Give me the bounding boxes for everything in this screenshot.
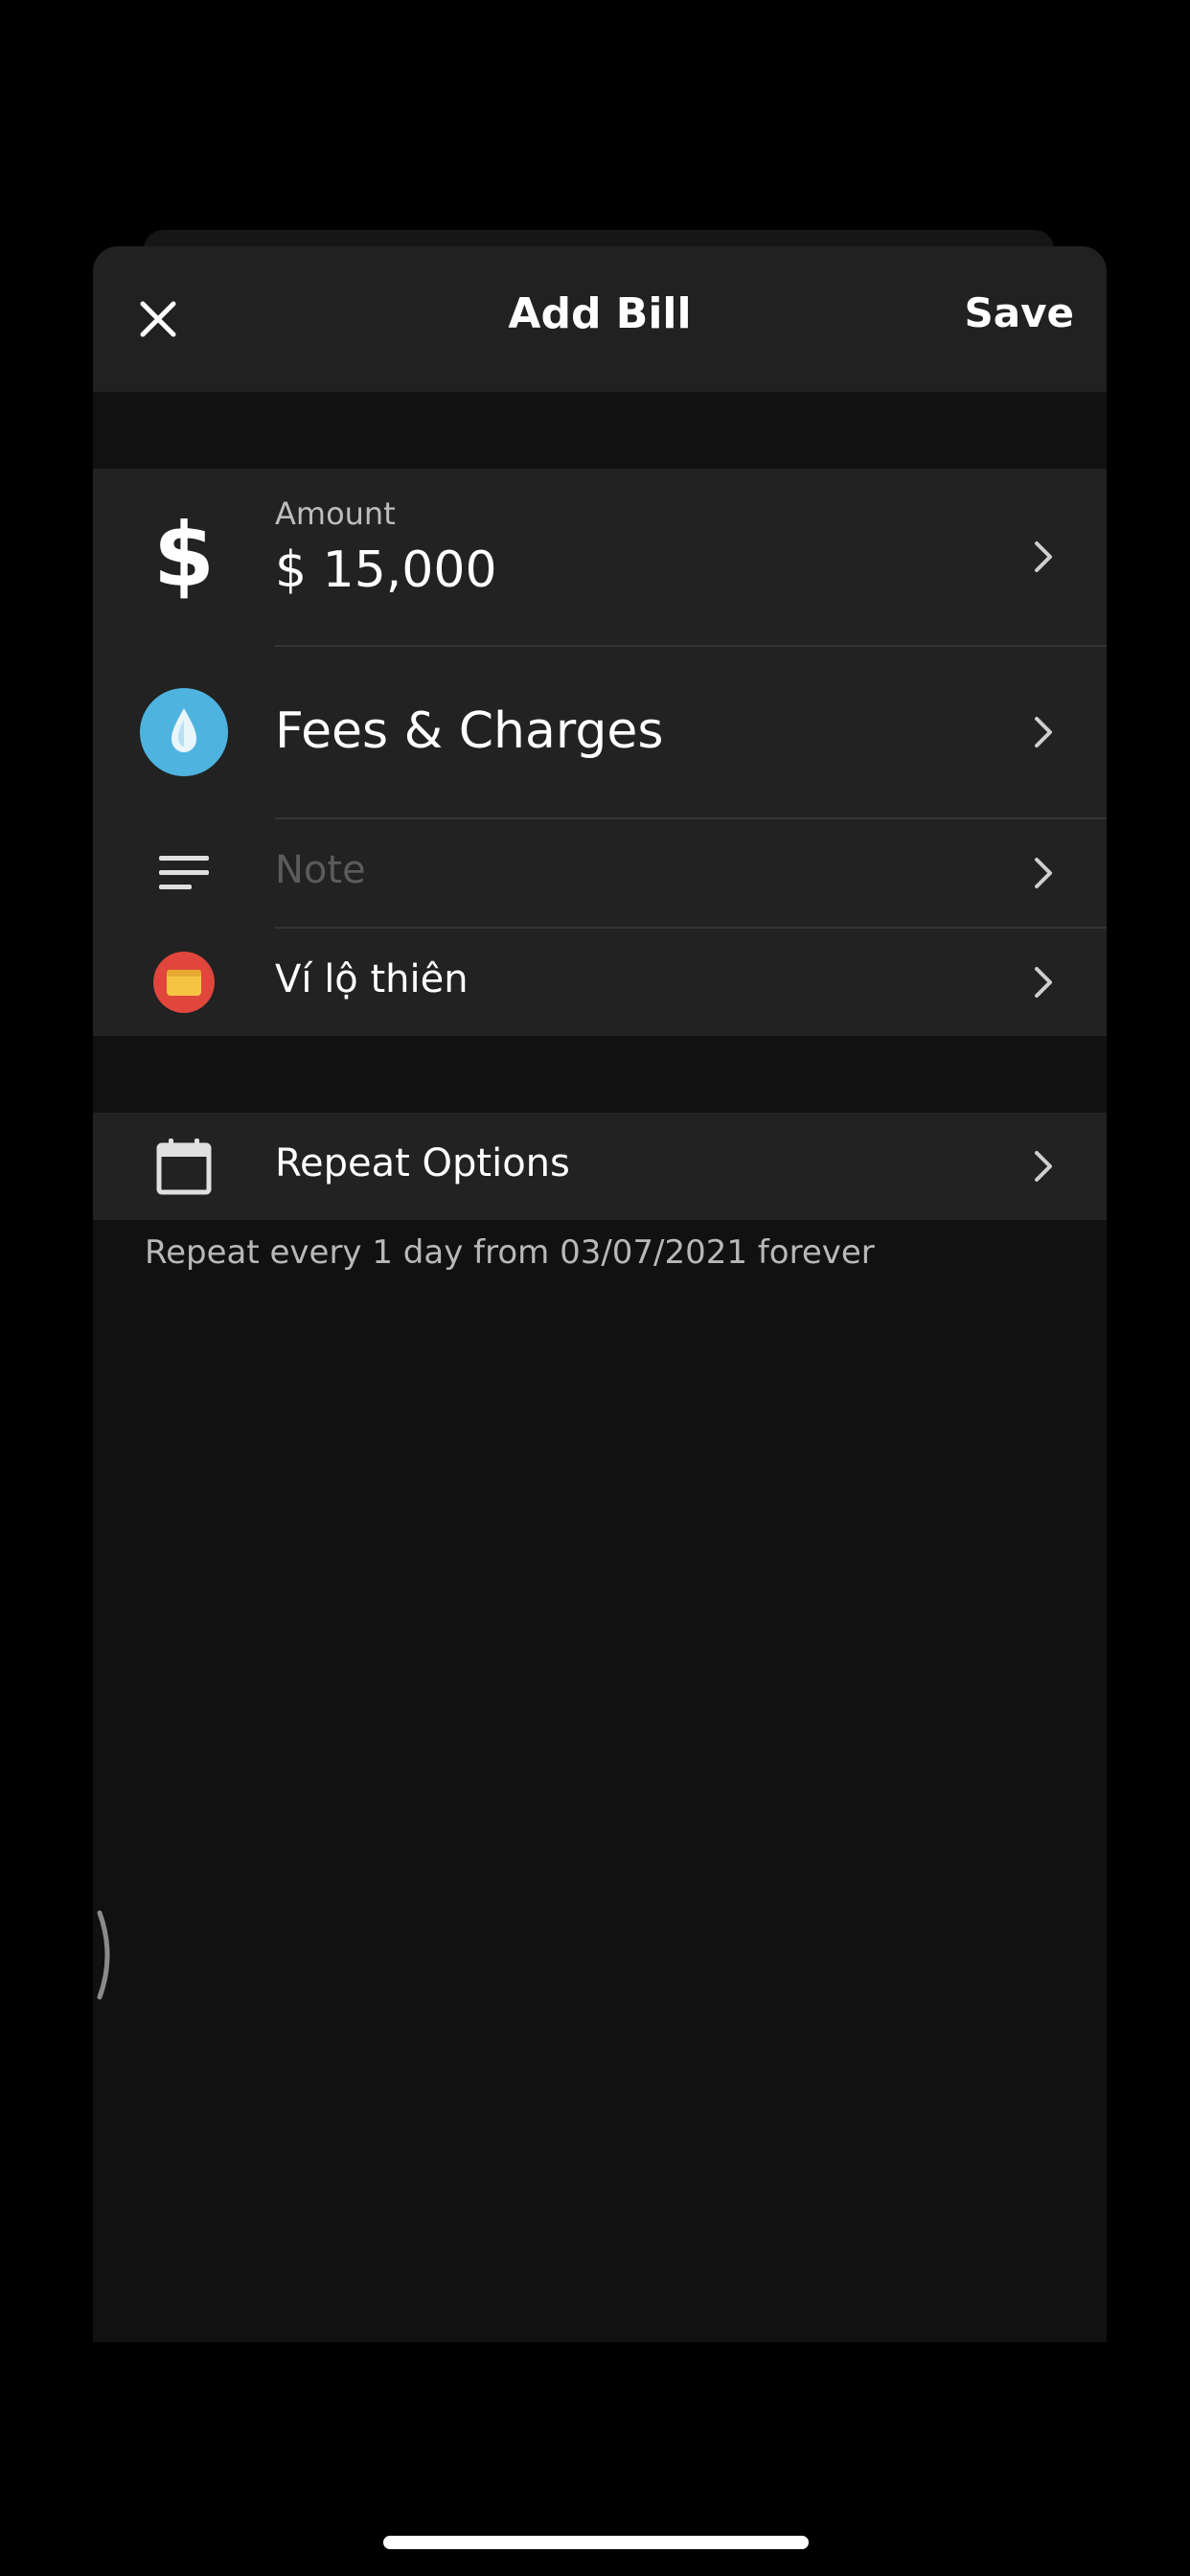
amount-label: Amount: [275, 495, 396, 532]
chevron-right-icon: [1030, 854, 1057, 892]
repeat-description: Repeat every 1 day from 03/07/2021 forev…: [145, 1233, 875, 1272]
wallet-icon: [93, 929, 275, 1036]
category-row[interactable]: Fees & Charges: [93, 647, 1107, 817]
dollar-icon: $: [93, 469, 275, 645]
note-row[interactable]: Note: [93, 819, 1107, 927]
save-button[interactable]: Save: [965, 289, 1074, 336]
repeat-options-label: Repeat Options: [275, 1141, 570, 1185]
chevron-right-icon: [1030, 538, 1057, 576]
amount-row[interactable]: $ Amount $ 15,000: [93, 469, 1107, 645]
chevron-right-icon: [1030, 1147, 1057, 1185]
amount-value: $ 15,000: [275, 541, 497, 599]
add-bill-sheet: Add Bill Save $ Amount $ 15,000 Fees & C…: [93, 246, 1107, 2342]
water-drop-icon: [93, 647, 275, 817]
calendar-icon: [93, 1113, 275, 1220]
chevron-right-icon: [1030, 963, 1057, 1001]
notes-icon: [93, 819, 275, 927]
bill-details-group: $ Amount $ 15,000 Fees & Charges Note Ví…: [93, 469, 1107, 1036]
wallet-label: Ví lộ thiên: [275, 957, 469, 1001]
chevron-right-icon: [1030, 713, 1057, 751]
edge-swipe-mark: [97, 1910, 110, 2000]
category-label: Fees & Charges: [275, 702, 664, 760]
sheet-header: Add Bill Save: [93, 246, 1107, 392]
home-indicator[interactable]: [383, 2536, 809, 2549]
repeat-options-row[interactable]: Repeat Options: [93, 1113, 1107, 1220]
svg-text:$: $: [155, 509, 213, 605]
wallet-row[interactable]: Ví lộ thiên: [93, 929, 1107, 1036]
repeat-options-group: Repeat Options: [93, 1113, 1107, 1220]
page-title: Add Bill: [508, 289, 692, 338]
note-field[interactable]: Note: [275, 848, 366, 892]
